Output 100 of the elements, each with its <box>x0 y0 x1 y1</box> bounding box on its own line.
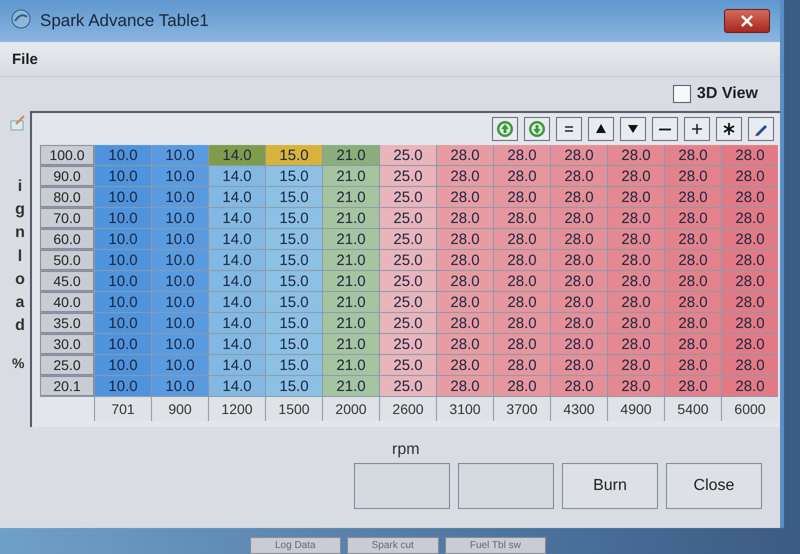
table-cell[interactable]: 21.0 <box>323 292 379 312</box>
column-header[interactable]: 4300 <box>551 397 607 421</box>
dialog-button[interactable]: Close <box>666 463 762 509</box>
row-header[interactable]: 70.0 <box>40 208 94 228</box>
checkbox-label[interactable]: 3D View <box>696 85 758 103</box>
table-cell[interactable]: 25.0 <box>380 334 436 354</box>
table-cell[interactable]: 25.0 <box>380 376 436 396</box>
table-cell[interactable]: 28.0 <box>437 250 493 270</box>
table-cell[interactable]: 28.0 <box>551 229 607 249</box>
table-cell[interactable]: 14.0 <box>209 187 265 207</box>
table-cell[interactable]: 28.0 <box>437 166 493 186</box>
column-header[interactable]: 4900 <box>608 397 664 421</box>
table-cell[interactable]: 10.0 <box>95 250 151 270</box>
table-cell[interactable]: 10.0 <box>152 313 208 333</box>
equals-button[interactable] <box>556 117 582 141</box>
table-cell[interactable]: 14.0 <box>209 229 265 249</box>
dialog-button[interactable]: Burn <box>562 463 658 509</box>
table-cell[interactable]: 28.0 <box>722 355 778 375</box>
table-cell[interactable]: 10.0 <box>152 145 208 165</box>
triangle-down-button[interactable] <box>620 117 646 141</box>
table-cell[interactable]: 10.0 <box>95 313 151 333</box>
column-header[interactable]: 1500 <box>266 397 322 421</box>
table-cell[interactable]: 28.0 <box>494 229 550 249</box>
table-cell[interactable]: 28.0 <box>551 250 607 270</box>
table-cell[interactable]: 28.0 <box>665 250 721 270</box>
table-cell[interactable]: 21.0 <box>323 334 379 354</box>
row-header[interactable]: 90.0 <box>40 166 94 186</box>
table-cell[interactable]: 14.0 <box>209 355 265 375</box>
table-cell[interactable]: 28.0 <box>494 208 550 228</box>
column-header[interactable]: 701 <box>95 397 151 421</box>
table-cell[interactable]: 25.0 <box>380 250 436 270</box>
column-header[interactable]: 3100 <box>437 397 493 421</box>
table-cell[interactable]: 21.0 <box>323 355 379 375</box>
table-cell[interactable]: 28.0 <box>722 187 778 207</box>
table-cell[interactable]: 25.0 <box>380 313 436 333</box>
table-cell[interactable]: 28.0 <box>494 313 550 333</box>
table-cell[interactable]: 21.0 <box>323 271 379 291</box>
table-cell[interactable]: 28.0 <box>722 250 778 270</box>
table-cell[interactable]: 14.0 <box>209 271 265 291</box>
table-cell[interactable]: 28.0 <box>437 208 493 228</box>
table-cell[interactable]: 10.0 <box>152 334 208 354</box>
table-cell[interactable]: 15.0 <box>266 292 322 312</box>
table-cell[interactable]: 28.0 <box>665 292 721 312</box>
table-cell[interactable]: 28.0 <box>494 271 550 291</box>
table-cell[interactable]: 28.0 <box>608 334 664 354</box>
table-cell[interactable]: 15.0 <box>266 250 322 270</box>
table-cell[interactable]: 15.0 <box>266 334 322 354</box>
table-cell[interactable]: 28.0 <box>722 334 778 354</box>
table-cell[interactable]: 10.0 <box>95 355 151 375</box>
table-cell[interactable]: 28.0 <box>665 208 721 228</box>
table-cell[interactable]: 28.0 <box>551 271 607 291</box>
table-cell[interactable]: 28.0 <box>608 271 664 291</box>
table-cell[interactable]: 15.0 <box>266 355 322 375</box>
column-header[interactable]: 2000 <box>323 397 379 421</box>
table-cell[interactable]: 28.0 <box>551 355 607 375</box>
row-header[interactable]: 50.0 <box>40 250 94 270</box>
table-cell[interactable]: 28.0 <box>437 187 493 207</box>
row-header[interactable]: 45.0 <box>40 271 94 291</box>
minus-button[interactable] <box>652 117 678 141</box>
table-cell[interactable]: 10.0 <box>95 166 151 186</box>
table-cell[interactable]: 25.0 <box>380 166 436 186</box>
table-cell[interactable]: 10.0 <box>95 229 151 249</box>
table-cell[interactable]: 14.0 <box>209 376 265 396</box>
table-cell[interactable]: 10.0 <box>95 187 151 207</box>
table-cell[interactable]: 28.0 <box>551 334 607 354</box>
table-cell[interactable]: 28.0 <box>722 313 778 333</box>
table-cell[interactable]: 10.0 <box>95 292 151 312</box>
table-cell[interactable]: 28.0 <box>494 166 550 186</box>
menu-item[interactable]: File <box>12 50 38 68</box>
table-cell[interactable]: 28.0 <box>551 376 607 396</box>
table-cell[interactable]: 10.0 <box>95 271 151 291</box>
row-header[interactable]: 35.0 <box>40 313 94 333</box>
table-cell[interactable]: 21.0 <box>323 250 379 270</box>
table-cell[interactable]: 10.0 <box>152 208 208 228</box>
row-header[interactable]: 40.0 <box>40 292 94 312</box>
table-cell[interactable]: 14.0 <box>209 208 265 228</box>
table-cell[interactable]: 28.0 <box>551 166 607 186</box>
column-header[interactable]: 900 <box>152 397 208 421</box>
empty-button[interactable] <box>458 463 554 509</box>
table-cell[interactable]: 21.0 <box>323 166 379 186</box>
table-cell[interactable]: 21.0 <box>323 229 379 249</box>
table-cell[interactable]: 28.0 <box>608 313 664 333</box>
table-cell[interactable]: 28.0 <box>437 355 493 375</box>
table-cell[interactable]: 28.0 <box>437 376 493 396</box>
table-cell[interactable]: 28.0 <box>608 145 664 165</box>
table-cell[interactable]: 10.0 <box>152 250 208 270</box>
table-cell[interactable]: 28.0 <box>494 334 550 354</box>
table-cell[interactable]: 14.0 <box>209 250 265 270</box>
table-cell[interactable]: 28.0 <box>608 166 664 186</box>
table-cell[interactable]: 28.0 <box>494 292 550 312</box>
table-cell[interactable]: 10.0 <box>152 271 208 291</box>
arrow-up-button[interactable] <box>492 117 518 141</box>
table-cell[interactable]: 28.0 <box>494 250 550 270</box>
table-cell[interactable]: 28.0 <box>608 250 664 270</box>
column-header[interactable]: 1200 <box>209 397 265 421</box>
table-cell[interactable]: 28.0 <box>608 208 664 228</box>
table-cell[interactable]: 15.0 <box>266 145 322 165</box>
table-cell[interactable]: 28.0 <box>494 145 550 165</box>
table-cell[interactable]: 15.0 <box>266 376 322 396</box>
table-cell[interactable]: 21.0 <box>323 313 379 333</box>
